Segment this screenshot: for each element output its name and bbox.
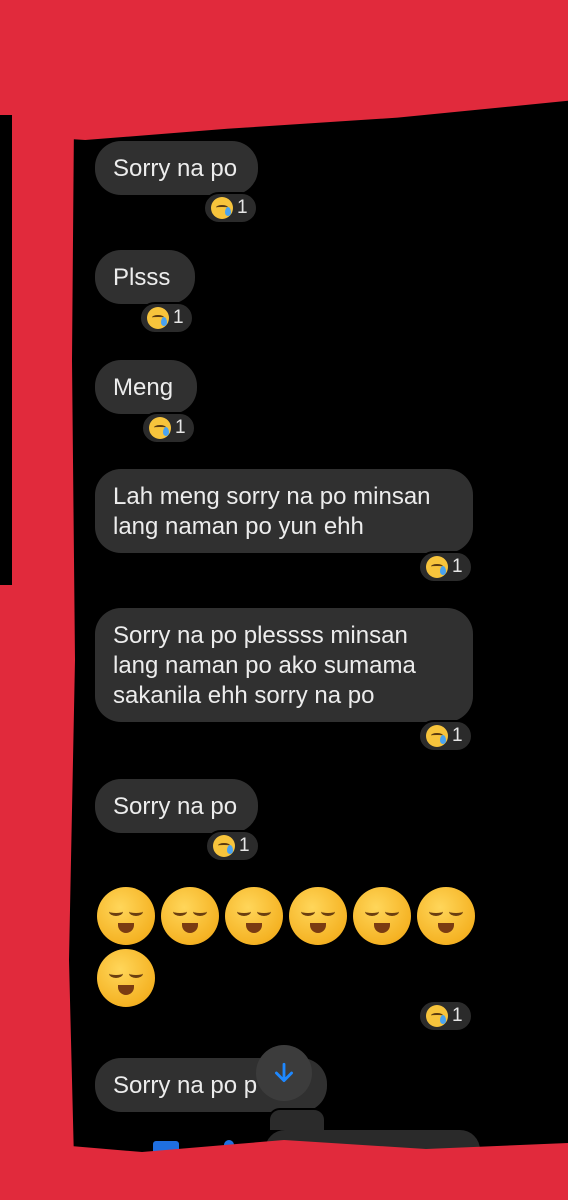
scroll-to-bottom-button[interactable] — [256, 1045, 312, 1101]
message-text: Sorry na po — [113, 793, 238, 820]
reaction-badge[interactable]: 1 — [141, 412, 196, 444]
message-bubble[interactable]: Sorry na po — [95, 141, 258, 195]
message-bubble[interactable]: Sorry na po plessss minsan lang naman po… — [95, 608, 473, 722]
reaction-count: 1 — [239, 835, 250, 856]
reaction-count: 1 — [173, 307, 184, 328]
reaction-count: 1 — [452, 556, 463, 577]
reaction-badge[interactable]: 1 — [418, 551, 473, 583]
message-bubble[interactable]: Sorry na po — [95, 779, 258, 833]
relieved-face-icon — [353, 887, 411, 945]
message-text: Meng — [113, 374, 174, 401]
redaction-left-notch — [0, 115, 12, 585]
relieved-face-icon — [97, 887, 155, 945]
relieved-face-icon — [225, 887, 283, 945]
arrow-down-icon — [275, 1062, 293, 1082]
message-text: Sorry na po p — [113, 1072, 258, 1099]
message-text: Lah meng sorry na po minsan lang naman p… — [113, 483, 431, 540]
message-bubble[interactable]: Meng — [95, 360, 197, 414]
message-text: Plsss — [113, 264, 171, 291]
reaction-badge[interactable]: 1 — [418, 720, 473, 752]
reaction-badge[interactable]: 1 — [205, 830, 260, 862]
crying-face-icon — [213, 835, 235, 857]
relieved-face-icon — [289, 887, 347, 945]
crying-face-icon — [149, 417, 171, 439]
redaction-bottom — [0, 1140, 568, 1200]
message-bubble[interactable]: Plsss — [95, 250, 195, 304]
reaction-count: 1 — [175, 417, 186, 438]
message-text: Sorry na po plessss minsan lang naman po… — [113, 622, 416, 709]
reaction-badge[interactable]: 1 — [139, 302, 194, 334]
crying-face-icon — [211, 197, 233, 219]
relieved-face-icon — [97, 949, 155, 1007]
reaction-badge[interactable]: 1 — [203, 192, 258, 224]
relieved-face-icon — [417, 887, 475, 945]
message-text: Sorry na po — [113, 155, 238, 182]
reaction-count: 1 — [452, 725, 463, 746]
relieved-face-icon — [161, 887, 219, 945]
message-bubble[interactable]: Lah meng sorry na po minsan lang naman p… — [95, 469, 473, 553]
chat-thread: Sorry na po 1 Plsss 1 Meng 1 Lah meng so… — [0, 0, 568, 1200]
emoji-message[interactable]: 😌😌😌😌😌😌😌 — [97, 885, 477, 1007]
crying-face-icon — [426, 556, 448, 578]
reaction-count: 1 — [452, 1005, 463, 1026]
crying-face-icon — [426, 725, 448, 747]
reaction-badge-partial — [268, 1108, 326, 1132]
crying-face-icon — [147, 307, 169, 329]
reaction-badge[interactable]: 1 — [418, 1000, 473, 1032]
reaction-count: 1 — [237, 197, 248, 218]
crying-face-icon — [426, 1005, 448, 1027]
